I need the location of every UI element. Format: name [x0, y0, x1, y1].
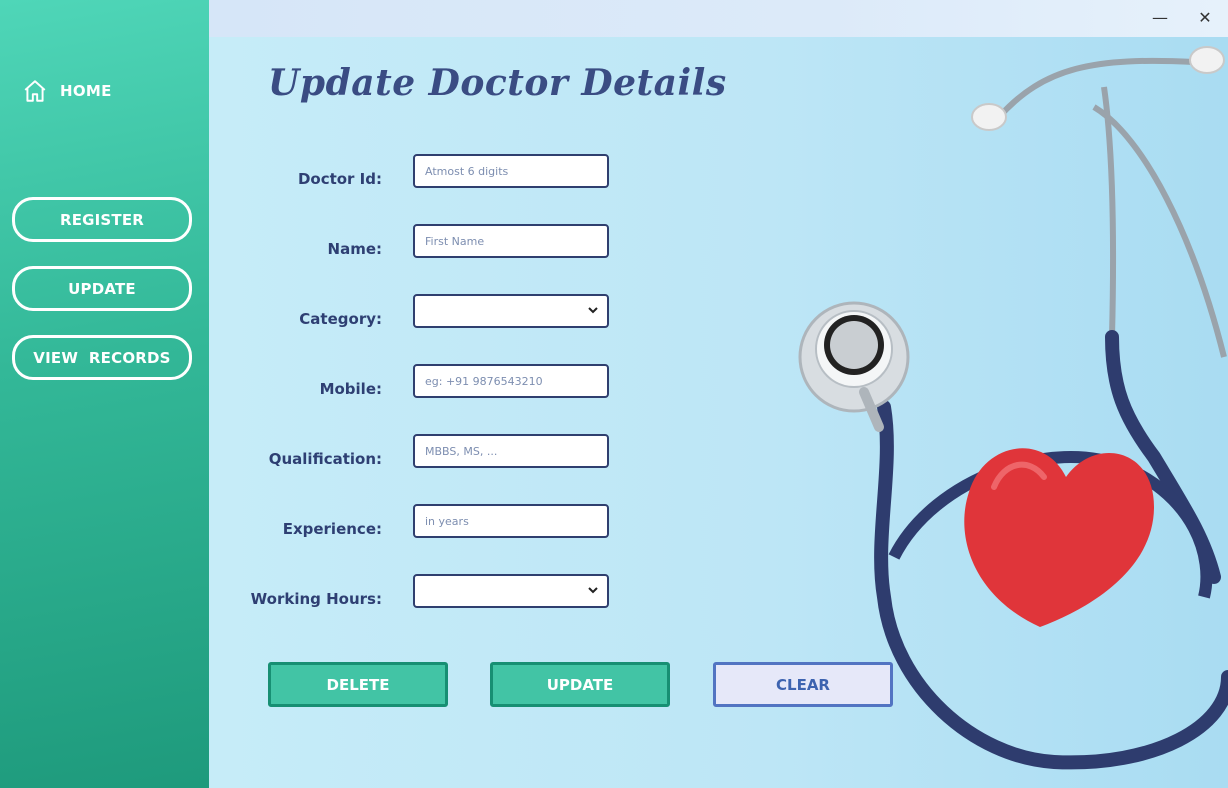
doctor-id-label: Doctor Id:	[297, 170, 382, 188]
category-select[interactable]	[413, 294, 609, 328]
main-panel: — ✕ Update Doctor Details Doctor Id: Nam…	[209, 0, 1228, 788]
working-hours-select[interactable]	[413, 574, 609, 608]
update-button[interactable]: UPDATE	[490, 662, 670, 707]
mobile-input[interactable]	[415, 366, 607, 396]
qualification-input[interactable]	[415, 436, 607, 466]
chevron-down-icon	[588, 307, 598, 314]
chevron-down-icon	[588, 587, 598, 594]
register-button[interactable]: REGISTER	[12, 197, 192, 242]
working-hours-label: Working Hours:	[250, 590, 382, 608]
name-label: Name:	[327, 240, 382, 258]
title-bar	[209, 0, 1228, 37]
experience-input[interactable]	[415, 506, 607, 536]
experience-field	[413, 504, 609, 538]
category-label: Category:	[299, 310, 382, 328]
page-title: Update Doctor Details	[268, 62, 727, 104]
view-records-button[interactable]: VIEW RECORDS	[12, 335, 192, 380]
qualification-field	[413, 434, 609, 468]
doctor-id-field	[413, 154, 609, 188]
doctor-id-input[interactable]	[415, 156, 607, 186]
mobile-label: Mobile:	[319, 380, 382, 398]
clear-button[interactable]: CLEAR	[713, 662, 893, 707]
home-icon	[24, 80, 46, 102]
sidebar: HOME REGISTER UPDATE VIEW RECORDS	[0, 0, 209, 788]
close-button[interactable]: ✕	[1194, 8, 1216, 28]
name-input[interactable]	[415, 226, 607, 256]
mobile-field	[413, 364, 609, 398]
delete-button[interactable]: DELETE	[268, 662, 448, 707]
name-field	[413, 224, 609, 258]
home-label: HOME	[60, 82, 112, 100]
qualification-label: Qualification:	[268, 450, 382, 468]
experience-label: Experience:	[282, 520, 382, 538]
minimize-button[interactable]: —	[1149, 8, 1171, 28]
home-nav[interactable]: HOME	[22, 78, 112, 104]
update-nav-button[interactable]: UPDATE	[12, 266, 192, 311]
